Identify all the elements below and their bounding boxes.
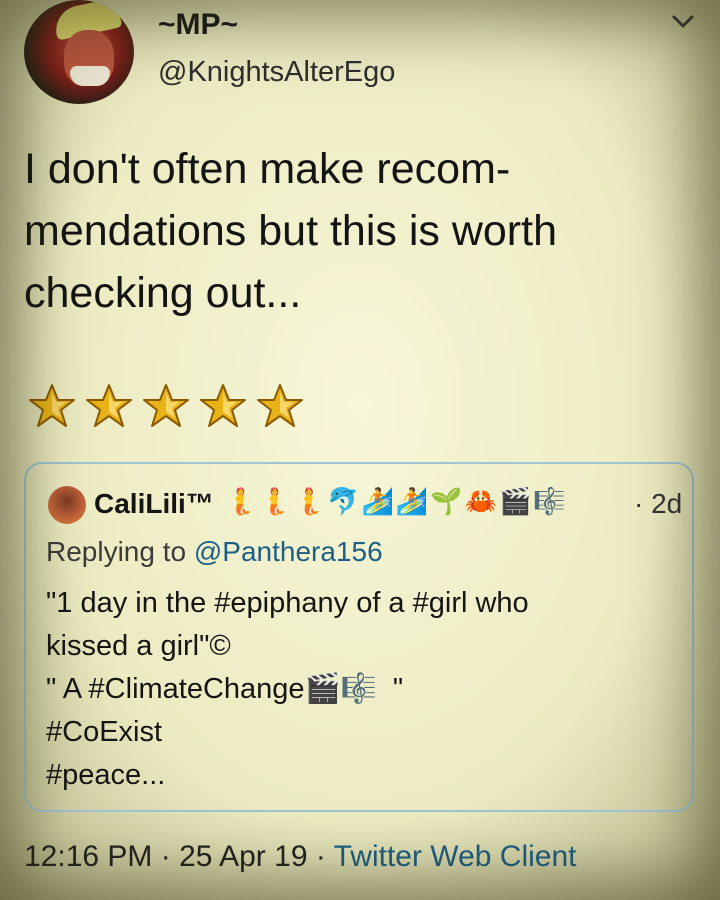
quoted-line: "1 day in the #epiphany of a #girl who [46,587,529,619]
star-icon [29,384,75,427]
rating-stars [28,382,304,430]
quoted-author-name[interactable]: CaliLili™ [94,488,214,520]
replying-mention-link[interactable]: @Panthera156 [194,536,383,567]
tweet-client-link[interactable]: Twitter Web Client [334,840,577,873]
tweet-line: mendations but this is worth [24,207,557,255]
quoted-line: kissed a girl"© [46,630,231,662]
tweet-meta: 12:16 PM · 25 Apr 19 · Twitter Web Clien… [24,840,576,874]
replying-label: Replying to [46,536,194,567]
quoted-tweet[interactable]: CaliLili™ 🧜🧜🧜🐬🏄🏄🌱🦀🎬🎼 · 2d Replying to @P… [24,462,694,812]
author-handle[interactable]: @KnightsAlterEgo [158,56,395,89]
quoted-timestamp[interactable]: · 2d [634,488,682,520]
quoted-line: #CoExist [46,716,163,748]
star-icon [86,384,132,427]
replying-to: Replying to @Panthera156 [46,536,383,568]
quoted-line: " A #ClimateChange🎬🎼 " [46,673,404,705]
chevron-down-icon[interactable] [670,12,696,32]
author-display-name[interactable]: ~MP~ [158,8,238,42]
avatar-beard [70,66,110,86]
quoted-name-emoji: 🧜🧜🧜🐬🏄🏄🌱🦀🎬🎼 [224,486,568,516]
author-avatar[interactable] [24,0,134,104]
star-icon [257,384,303,427]
quoted-line: #peace... [46,759,166,791]
quoted-avatar[interactable] [48,486,86,524]
tweet-line: checking out... [24,269,302,317]
quoted-text: "1 day in the #epiphany of a #girl who k… [46,582,676,797]
tweet-line: I don't often make recom- [24,145,511,193]
tweet-timestamp[interactable]: 12:16 PM · 25 Apr 19 · [24,840,334,873]
star-icon [143,384,189,427]
tweet-text: I don't often make recom- mendations but… [24,138,664,324]
star-icon [200,384,246,427]
